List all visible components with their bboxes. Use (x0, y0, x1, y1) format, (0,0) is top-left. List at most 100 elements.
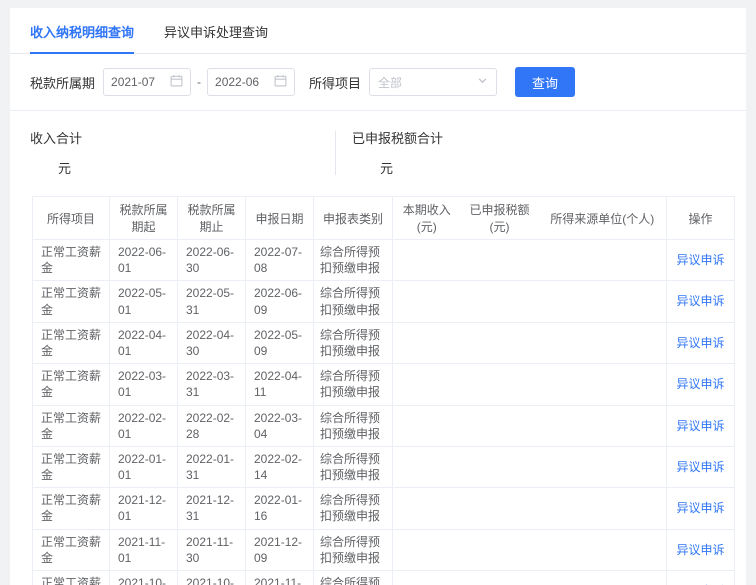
form-category-cell: 综合所得预扣预缴申报 (314, 322, 393, 363)
income-source-cell (539, 364, 667, 405)
declare-date-cell: 2022-04-11 (246, 364, 314, 405)
declared-tax-cell (461, 405, 539, 446)
declared-tax-total-unit: 元 (380, 158, 657, 177)
period-end-cell: 2022-04-30 (178, 322, 246, 363)
declared-tax-cell (461, 240, 539, 281)
date-range-separator: - (197, 75, 201, 89)
filter-bar: 税款所属期 2021-07 - 2022-06 所得项目 全部 查询 (10, 54, 746, 111)
table-body: 正常工资薪金2022-06-012022-06-302022-07-08综合所得… (33, 240, 735, 585)
col-header-income-item: 所得项目 (33, 197, 110, 240)
current-income-cell (393, 446, 461, 487)
appeal-link[interactable]: 异议申诉 (676, 543, 724, 557)
income-source-cell (539, 281, 667, 322)
period-start-cell: 2022-01-01 (110, 446, 178, 487)
form-category-cell: 综合所得预扣预缴申报 (314, 240, 393, 281)
income-item-cell: 正常工资薪金 (33, 322, 110, 363)
query-button[interactable]: 查询 (515, 67, 575, 97)
table-row: 正常工资薪金2021-10-012021-10-312021-11-09综合所得… (33, 571, 735, 585)
period-start-cell: 2022-03-01 (110, 364, 178, 405)
col-header-action: 操作 (667, 197, 735, 240)
period-end-cell: 2021-11-30 (178, 529, 246, 570)
table-container: 所得项目 税款所属期起 税款所属期止 申报日期 申报表类别 本期收入(元) 已申… (10, 192, 746, 585)
col-header-income-source: 所得来源单位(个人) (539, 197, 667, 240)
table-row: 正常工资薪金2021-12-012021-12-312022-01-16综合所得… (33, 488, 735, 529)
appeal-link[interactable]: 异议申诉 (676, 253, 724, 267)
table-row: 正常工资薪金2022-03-012022-03-312022-04-11综合所得… (33, 364, 735, 405)
period-end-cell: 2022-01-31 (178, 446, 246, 487)
appeal-link[interactable]: 异议申诉 (676, 460, 724, 474)
period-end-cell: 2021-10-31 (178, 571, 246, 585)
period-end-date-value: 2022-06 (215, 75, 259, 89)
current-income-cell (393, 322, 461, 363)
declare-date-cell: 2022-03-04 (246, 405, 314, 446)
period-end-date-input[interactable]: 2022-06 (207, 68, 295, 96)
income-item-cell: 正常工资薪金 (33, 571, 110, 585)
table-row: 正常工资薪金2021-11-012021-11-302021-12-09综合所得… (33, 529, 735, 570)
income-item-cell: 正常工资薪金 (33, 405, 110, 446)
action-cell: 异议申诉 (667, 240, 735, 281)
table-row: 正常工资薪金2022-05-012022-05-312022-06-09综合所得… (33, 281, 735, 322)
appeal-link[interactable]: 异议申诉 (676, 377, 724, 391)
table-row: 正常工资薪金2022-04-012022-04-302022-05-09综合所得… (33, 322, 735, 363)
income-source-cell (539, 446, 667, 487)
declared-tax-total-block: 已申报税额合计 元 (352, 128, 657, 177)
declared-tax-total-label: 已申报税额合计 (352, 128, 657, 147)
income-total-block: 收入合计 元 (30, 128, 335, 177)
current-income-cell (393, 529, 461, 570)
declare-date-cell: 2022-01-16 (246, 488, 314, 529)
current-income-cell (393, 281, 461, 322)
period-start-cell: 2022-02-01 (110, 405, 178, 446)
action-cell: 异议申诉 (667, 405, 735, 446)
table-row: 正常工资薪金2022-01-012022-01-312022-02-14综合所得… (33, 446, 735, 487)
income-source-cell (539, 529, 667, 570)
table-row: 正常工资薪金2022-02-012022-02-282022-03-04综合所得… (33, 405, 735, 446)
income-item-select[interactable]: 全部 (369, 68, 497, 96)
period-start-cell: 2021-10-01 (110, 571, 178, 585)
form-category-cell: 综合所得预扣预缴申报 (314, 446, 393, 487)
tab-bar: 收入纳税明细查询 异议申诉处理查询 (10, 8, 746, 54)
income-item-label: 所得项目 (309, 73, 361, 92)
action-cell: 异议申诉 (667, 322, 735, 363)
income-source-cell (539, 571, 667, 585)
period-end-cell: 2022-02-28 (178, 405, 246, 446)
declared-tax-cell (461, 571, 539, 585)
form-category-cell: 综合所得预扣预缴申报 (314, 364, 393, 405)
period-end-cell: 2022-03-31 (178, 364, 246, 405)
table-header-row: 所得项目 税款所属期起 税款所属期止 申报日期 申报表类别 本期收入(元) 已申… (33, 197, 735, 240)
action-cell: 异议申诉 (667, 488, 735, 529)
declared-tax-cell (461, 488, 539, 529)
current-income-cell (393, 240, 461, 281)
appeal-link[interactable]: 异议申诉 (676, 294, 724, 308)
calendar-icon (274, 74, 287, 90)
income-item-cell: 正常工资薪金 (33, 529, 110, 570)
period-start-date-input[interactable]: 2021-07 (103, 68, 191, 96)
table-row: 正常工资薪金2022-06-012022-06-302022-07-08综合所得… (33, 240, 735, 281)
income-item-selected-value: 全部 (378, 74, 402, 91)
declared-tax-cell (461, 364, 539, 405)
appeal-link[interactable]: 异议申诉 (676, 501, 724, 515)
tab-appeal-processing-query[interactable]: 异议申诉处理查询 (164, 22, 268, 53)
period-start-cell: 2022-05-01 (110, 281, 178, 322)
period-start-cell: 2021-12-01 (110, 488, 178, 529)
income-item-cell: 正常工资薪金 (33, 446, 110, 487)
col-header-period-end: 税款所属期止 (178, 197, 246, 240)
income-total-label: 收入合计 (30, 128, 335, 147)
form-category-cell: 综合所得预扣预缴申报 (314, 405, 393, 446)
income-item-cell: 正常工资薪金 (33, 488, 110, 529)
form-category-cell: 综合所得预扣预缴申报 (314, 571, 393, 585)
income-total-unit: 元 (58, 158, 335, 177)
declare-date-cell: 2021-11-09 (246, 571, 314, 585)
declare-date-cell: 2022-06-09 (246, 281, 314, 322)
period-end-cell: 2022-06-30 (178, 240, 246, 281)
col-header-period-start: 税款所属期起 (110, 197, 178, 240)
declare-date-cell: 2022-07-08 (246, 240, 314, 281)
period-end-cell: 2022-05-31 (178, 281, 246, 322)
period-start-date-value: 2021-07 (111, 75, 155, 89)
col-header-current-income: 本期收入(元) (393, 197, 461, 240)
tab-income-tax-detail-query[interactable]: 收入纳税明细查询 (30, 22, 134, 54)
form-category-cell: 综合所得预扣预缴申报 (314, 488, 393, 529)
appeal-link[interactable]: 异议申诉 (676, 419, 724, 433)
appeal-link[interactable]: 异议申诉 (676, 336, 724, 350)
col-header-form-category: 申报表类别 (314, 197, 393, 240)
income-source-cell (539, 240, 667, 281)
